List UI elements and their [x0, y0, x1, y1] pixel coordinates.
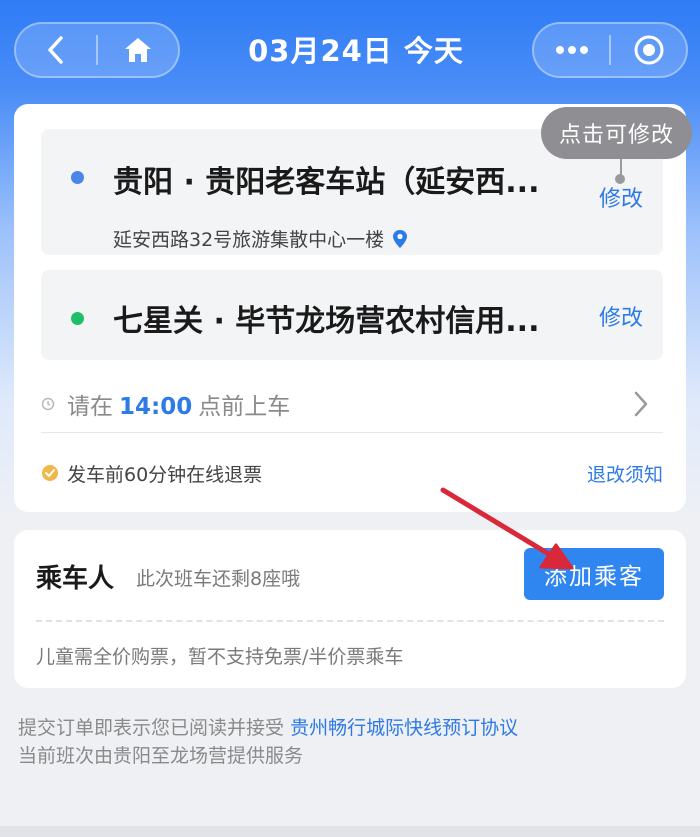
home-button[interactable]: [98, 24, 178, 76]
nav-header: 03月24日 今天: [0, 0, 700, 100]
departure-address-text: 延安西路32号旅游集散中心一楼: [113, 229, 385, 251]
departure-dot: [71, 171, 84, 184]
chevron-right-icon: [634, 391, 648, 417]
departure-name: 贵阳 · 贵阳老客车站（延安西...: [113, 165, 540, 200]
close-miniprogram-button[interactable]: [611, 24, 686, 76]
back-button[interactable]: [16, 24, 96, 76]
bottom-bar: [0, 826, 700, 837]
agreement-text: 提交订单即表示您已阅读并接受 贵州畅行城际快线预订协议 当前班次由贵阳至龙场营提…: [18, 714, 518, 770]
nav-left-capsule: [14, 22, 180, 78]
route-card: 贵阳 · 贵阳老客车站（延安西... 延安西路32号旅游集散中心一楼 修改 点击…: [14, 104, 692, 512]
location-pin-icon[interactable]: [392, 229, 408, 249]
boarding-prefix: 请在: [67, 394, 113, 420]
boarding-time-row[interactable]: 请在 14:00 点前上车: [41, 376, 663, 433]
boarding-suffix: 点前上车: [198, 394, 291, 420]
arrival-dot: [71, 312, 84, 325]
back-icon: [48, 36, 63, 64]
arrival-name: 七星关 · 毕节龙场营农村信用...: [113, 304, 540, 339]
home-icon: [125, 38, 151, 62]
tooltip-pointer-dot: [615, 174, 625, 184]
refund-row: 发车前60分钟在线退票 退改须知: [41, 459, 663, 487]
arrival-station[interactable]: 七星关 · 毕节龙场营农村信用... 修改: [41, 270, 663, 360]
seats-remaining: 此次班车还剩8座哦: [136, 568, 301, 590]
refund-policy-link[interactable]: 退改须知: [587, 460, 663, 487]
agreement-line-1: 提交订单即表示您已阅读并接受 贵州畅行城际快线预订协议: [18, 714, 518, 742]
departure-address: 延安西路32号旅游集散中心一楼: [113, 225, 408, 252]
more-icon: [555, 46, 588, 54]
dashed-divider: [36, 620, 664, 622]
more-button[interactable]: [534, 24, 609, 76]
edit-hint-tooltip: 点击可修改: [541, 107, 692, 159]
booking-agreement-link[interactable]: 贵州畅行城际快线预订协议: [290, 717, 518, 739]
nav-right-capsule: [532, 22, 688, 78]
agreement-prefix: 提交订单即表示您已阅读并接受: [18, 717, 285, 739]
arrival-edit-link[interactable]: 修改: [599, 300, 643, 332]
page-title: 03月24日 今天: [248, 34, 464, 68]
boarding-time: 14:00: [119, 394, 193, 420]
child-ticket-note: 儿童需全价购票，暂不支持免票/半价票乘车: [36, 646, 404, 668]
service-provider-text: 当前班次由贵阳至龙场营提供服务: [18, 745, 304, 767]
passenger-card: 乘车人 此次班车还剩8座哦 添加乘客 儿童需全价购票，暂不支持免票/半价票乘车: [14, 530, 686, 688]
passenger-title: 乘车人: [36, 564, 115, 594]
boarding-text: 请在 14:00 点前上车: [67, 387, 290, 421]
refund-text: 发车前60分钟在线退票: [67, 463, 263, 486]
add-passenger-button[interactable]: 添加乘客: [524, 548, 664, 600]
departure-edit-link[interactable]: 修改: [599, 181, 643, 213]
clock-icon: [41, 397, 55, 411]
target-icon: [634, 35, 663, 65]
check-badge-icon: [42, 465, 58, 481]
